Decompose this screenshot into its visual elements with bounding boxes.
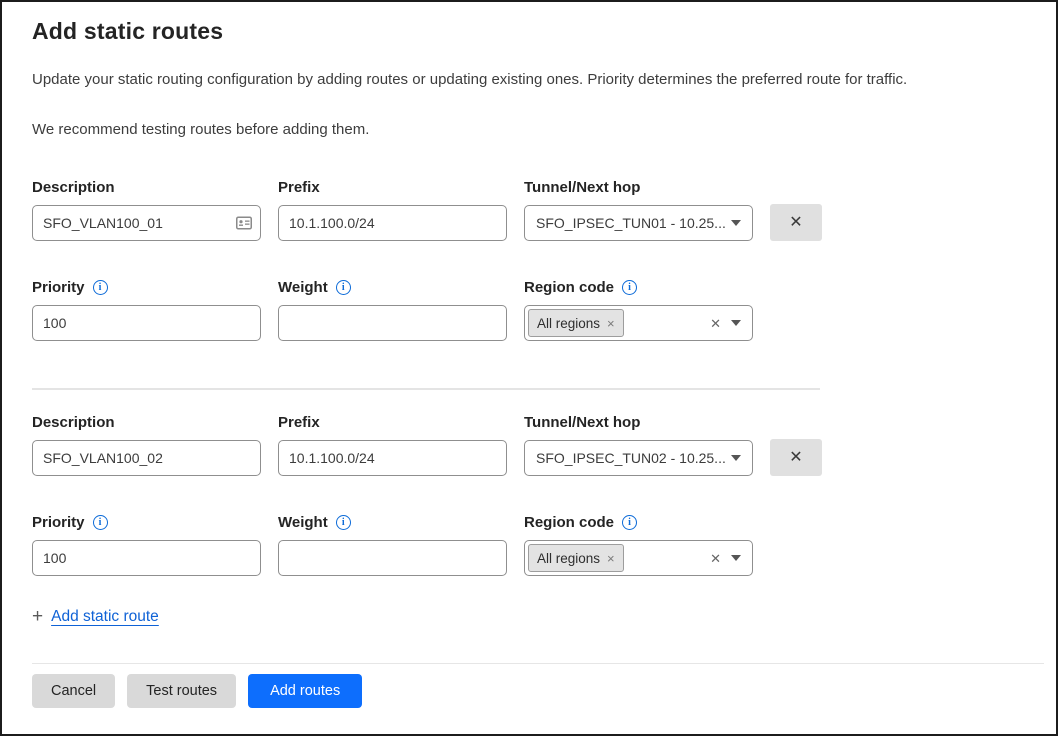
route-group-divider xyxy=(32,388,820,390)
priority-label: Priority xyxy=(32,514,85,531)
region-chip-label: All regions xyxy=(537,316,600,331)
chevron-down-icon xyxy=(731,220,741,226)
region-code-label: Region code xyxy=(524,279,614,296)
description-label: Description xyxy=(32,414,115,431)
intro-text: Update your static routing configuration… xyxy=(32,71,1026,88)
weight-input[interactable] xyxy=(278,305,507,341)
tunnel-select-value: SFO_IPSEC_TUN02 - 10.25... xyxy=(536,450,726,466)
route-group-1: Description Prefix xyxy=(32,179,1026,341)
description-input[interactable] xyxy=(32,205,261,241)
region-code-label: Region code xyxy=(524,514,614,531)
plus-icon: + xyxy=(32,607,43,626)
test-routes-button[interactable]: Test routes xyxy=(127,674,236,708)
prefix-label: Prefix xyxy=(278,414,320,431)
region-chip[interactable]: All regions × xyxy=(528,309,624,337)
priority-input[interactable] xyxy=(32,305,261,341)
recommendation-text: We recommend testing routes before addin… xyxy=(32,121,1026,138)
region-select[interactable]: All regions × ✕ xyxy=(524,305,753,341)
tunnel-select[interactable]: SFO_IPSEC_TUN02 - 10.25... xyxy=(524,440,753,476)
weight-input[interactable] xyxy=(278,540,507,576)
route-group-2: Description Prefix Tunnel/Next hop SFO_I… xyxy=(32,414,1026,576)
region-chip-label: All regions xyxy=(537,551,600,566)
priority-label: Priority xyxy=(32,279,85,296)
remove-route-button[interactable]: ✕ xyxy=(770,439,822,476)
region-chip[interactable]: All regions × xyxy=(528,544,624,572)
priority-input[interactable] xyxy=(32,540,261,576)
info-icon[interactable]: i xyxy=(93,280,108,295)
info-icon[interactable]: i xyxy=(622,515,637,530)
contact-card-icon xyxy=(236,217,252,230)
weight-label: Weight xyxy=(278,514,328,531)
cancel-button[interactable]: Cancel xyxy=(32,674,115,708)
add-routes-button[interactable]: Add routes xyxy=(248,674,362,708)
chip-close-icon[interactable]: × xyxy=(607,317,615,330)
close-icon: ✕ xyxy=(789,449,802,466)
description-input[interactable] xyxy=(32,440,261,476)
chevron-down-icon xyxy=(731,455,741,461)
add-static-routes-dialog: Add static routes Update your static rou… xyxy=(2,2,1056,626)
prefix-label: Prefix xyxy=(278,179,320,196)
weight-label: Weight xyxy=(278,279,328,296)
tunnel-select-value: SFO_IPSEC_TUN01 - 10.25... xyxy=(536,215,726,231)
close-icon: ✕ xyxy=(789,214,802,231)
region-select[interactable]: All regions × ✕ xyxy=(524,540,753,576)
tunnel-next-hop-label: Tunnel/Next hop xyxy=(524,179,640,196)
info-icon[interactable]: i xyxy=(336,280,351,295)
prefix-input[interactable] xyxy=(278,440,507,476)
info-icon[interactable]: i xyxy=(336,515,351,530)
prefix-input[interactable] xyxy=(278,205,507,241)
info-icon[interactable]: i xyxy=(622,280,637,295)
tunnel-next-hop-label: Tunnel/Next hop xyxy=(524,414,640,431)
chevron-down-icon xyxy=(731,555,741,561)
chip-close-icon[interactable]: × xyxy=(607,552,615,565)
description-label: Description xyxy=(32,179,115,196)
add-static-route-link[interactable]: Add static route xyxy=(51,608,159,626)
info-icon[interactable]: i xyxy=(93,515,108,530)
remove-route-button[interactable]: ✕ xyxy=(770,204,822,241)
page-title: Add static routes xyxy=(32,18,1026,45)
chevron-down-icon xyxy=(731,320,741,326)
clear-selection-icon[interactable]: ✕ xyxy=(710,552,721,565)
clear-selection-icon[interactable]: ✕ xyxy=(710,317,721,330)
tunnel-select[interactable]: SFO_IPSEC_TUN01 - 10.25... xyxy=(524,205,753,241)
footer-actions: Cancel Test routes Add routes xyxy=(2,664,1056,708)
